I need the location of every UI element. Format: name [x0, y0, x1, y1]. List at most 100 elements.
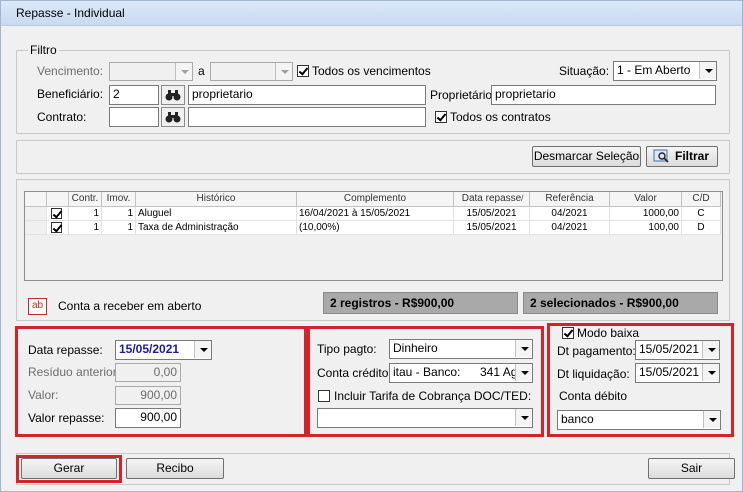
- gerar-button[interactable]: Gerar: [21, 458, 117, 479]
- legend-swatch-icon: ab: [28, 298, 47, 315]
- vencimento-label: Vencimento:: [37, 64, 104, 78]
- valor-label: Valor:: [28, 388, 59, 402]
- todos-contratos-label: Todos os contratos: [450, 110, 551, 124]
- chevron-down-icon[interactable]: [703, 411, 720, 428]
- table-row-checkbox-cell[interactable]: [47, 221, 69, 235]
- beneficiario-code-field[interactable]: 2: [109, 85, 159, 105]
- proprietario-label: Proprietário: [430, 88, 493, 102]
- registros-total: 2 registros - R$900,00: [323, 292, 518, 314]
- chevron-down-icon[interactable]: [194, 341, 211, 358]
- row-indicator: [25, 221, 47, 235]
- incluir-tarifa-checkbox[interactable]: [318, 390, 330, 402]
- table-header-historico[interactable]: Histórico: [136, 192, 297, 207]
- table-cell-complemento: (10,00%): [297, 221, 454, 235]
- sort-indicator-icon: /: [521, 193, 524, 203]
- table-cell-referencia: 04/2021: [530, 221, 610, 235]
- chevron-down-icon[interactable]: [699, 62, 716, 79]
- filtro-legend: Filtro: [28, 43, 59, 57]
- table-header-valor[interactable]: Valor: [610, 192, 682, 207]
- table-cell-data-repasse: 15/05/2021: [454, 207, 530, 221]
- conta-debito-label: Conta débito: [559, 389, 628, 403]
- window-title: Repasse - Individual: [16, 6, 125, 20]
- conta-aberto-legend: Conta a receber em aberto: [58, 299, 202, 313]
- incluir-tarifa-label: Incluir Tarifa de Cobrança DOC/TED:: [334, 389, 532, 403]
- situacao-label: Situação:: [559, 64, 610, 78]
- table-header-imov[interactable]: Imov.: [102, 192, 136, 207]
- todos-contratos-checkbox[interactable]: [435, 111, 447, 123]
- row-select-checkbox[interactable]: [51, 208, 62, 219]
- binoculars-icon: [165, 112, 181, 123]
- valor-repasse-field[interactable]: 900,00: [115, 408, 181, 428]
- table-cell-imov: 1: [102, 221, 136, 235]
- table-header-select: [47, 192, 69, 207]
- footer-panel: [16, 453, 730, 485]
- table-cell-contr: 1: [69, 207, 102, 221]
- chevron-down-icon[interactable]: [515, 409, 532, 426]
- table-cell-imov: 1: [102, 207, 136, 221]
- situacao-select[interactable]: 1 - Em Aberto: [613, 61, 717, 81]
- todos-vencimentos-checkbox[interactable]: [297, 65, 309, 77]
- table-cell-cd: D: [682, 221, 721, 235]
- modo-baixa-checkbox[interactable]: [562, 327, 574, 339]
- table-cell-valor: 1000,00: [610, 207, 682, 221]
- beneficiario-name-field[interactable]: proprietario: [188, 85, 426, 105]
- valor-field: 900,00: [115, 386, 181, 405]
- beneficiario-search-button[interactable]: [161, 85, 185, 105]
- conta-debito-select[interactable]: banco: [557, 410, 721, 430]
- contrato-name-field[interactable]: [188, 107, 426, 127]
- proprietario-field[interactable]: proprietario: [491, 85, 716, 105]
- data-repasse-field[interactable]: 15/05/2021: [115, 340, 212, 360]
- tipo-pagto-select[interactable]: Dinheiro: [389, 339, 533, 359]
- recibo-button[interactable]: Recibo: [126, 458, 224, 479]
- vencimento-from-field[interactable]: [109, 62, 193, 81]
- contrato-search-button[interactable]: [161, 107, 185, 127]
- table-cell-complemento: 16/04/2021 à 15/05/2021: [297, 207, 454, 221]
- desmarcar-selecao-button[interactable]: Desmarcar Seleção: [532, 146, 641, 167]
- row-select-checkbox[interactable]: [51, 222, 62, 233]
- dt-liquidacao-field[interactable]: 15/05/2021: [635, 363, 720, 383]
- table-header-referencia[interactable]: Referência: [530, 192, 610, 207]
- vencimento-to-field[interactable]: [210, 62, 293, 81]
- conta-credito-select[interactable]: itau - Banco: 341 Agên: [389, 363, 533, 383]
- table-header-contr[interactable]: Contr.: [69, 192, 102, 207]
- modo-baixa-label: Modo baixa: [577, 326, 640, 340]
- table-cell-referencia: 04/2021: [530, 207, 610, 221]
- chevron-down-icon[interactable]: [702, 364, 719, 381]
- beneficiario-label: Beneficiário:: [37, 87, 104, 101]
- repasse-window: Repasse - Individual Filtro Vencimento: …: [0, 0, 743, 492]
- table-cell-valor: 100,00: [610, 221, 682, 235]
- table-header-data-repasse[interactable]: Data repasse: [454, 192, 530, 207]
- residuo-field: 0,00: [115, 363, 181, 382]
- repasse-table: Contr. Imov. Histórico Complemento Data …: [24, 191, 723, 281]
- table-cell-historico: Aluguel: [136, 207, 297, 221]
- tarifa-select[interactable]: [317, 408, 533, 428]
- table-row-checkbox-cell[interactable]: [47, 207, 69, 221]
- filtrar-button[interactable]: Filtrar: [646, 146, 718, 167]
- contrato-label: Contrato:: [37, 110, 87, 124]
- title-bar: Repasse - Individual: [1, 1, 742, 26]
- filter-search-icon: [653, 149, 669, 163]
- table-header-complemento[interactable]: Complemento: [297, 192, 454, 207]
- conta-credito-label: Conta crédito:: [317, 366, 392, 380]
- vencimento-a-label: a: [198, 64, 205, 78]
- tipo-pagto-label: Tipo pagto:: [317, 342, 377, 356]
- sair-button[interactable]: Sair: [648, 458, 735, 479]
- table-cell-historico: Taxa de Administração: [136, 221, 297, 235]
- dt-liquidacao-label: Dt liquidação:: [557, 367, 630, 381]
- chevron-down-icon[interactable]: [275, 63, 292, 80]
- table-header-cd[interactable]: C/D: [682, 192, 721, 207]
- contrato-code-field[interactable]: [109, 107, 159, 127]
- chevron-down-icon[interactable]: [702, 341, 719, 358]
- table-header-indicator: [25, 192, 47, 207]
- valor-repasse-label: Valor repasse:: [28, 411, 105, 425]
- row-indicator: [25, 207, 47, 221]
- chevron-down-icon[interactable]: [515, 340, 532, 357]
- dt-pagamento-field[interactable]: 15/05/2021: [635, 340, 720, 360]
- chevron-down-icon[interactable]: [175, 63, 192, 80]
- dt-pagamento-label: Dt pagamento:: [557, 344, 636, 358]
- table-cell-data-repasse: 15/05/2021: [454, 221, 530, 235]
- chevron-down-icon[interactable]: [515, 364, 532, 381]
- selecionados-total: 2 selecionados - R$900,00: [523, 292, 718, 314]
- binoculars-icon: [165, 90, 181, 101]
- data-repasse-label: Data repasse:: [28, 343, 103, 357]
